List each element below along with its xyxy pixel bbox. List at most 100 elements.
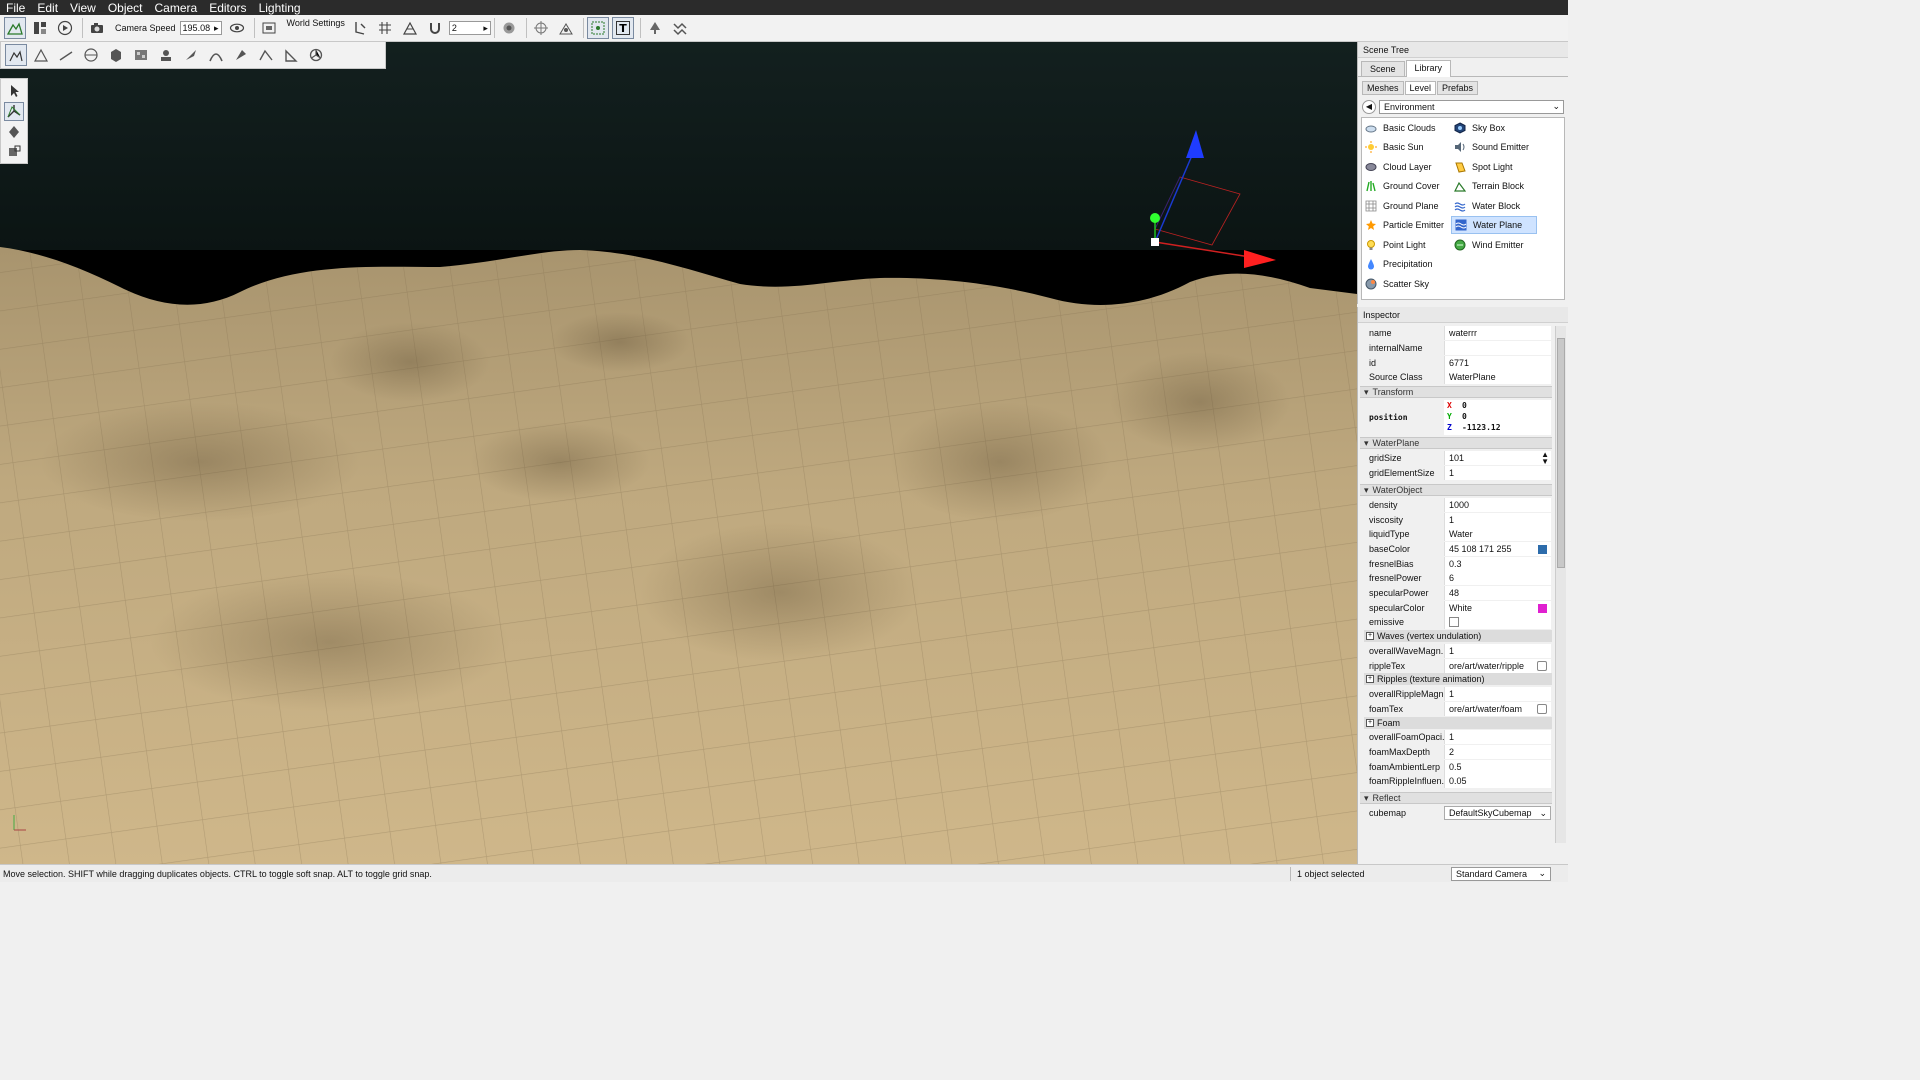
fresnel-power-input[interactable]: 6 xyxy=(1444,571,1551,585)
category-dropdown[interactable]: Environment ⌄ xyxy=(1379,99,1564,114)
group-waterplane[interactable]: ▾ WaterPlane xyxy=(1360,437,1552,449)
position-y-input[interactable]: 0 xyxy=(1462,412,1467,421)
library-item-cloud-layer[interactable]: Cloud Layer xyxy=(1362,158,1448,176)
library-item-ground-cover[interactable]: Ground Cover xyxy=(1362,177,1448,195)
ripple-tex-input[interactable]: ore/art/water/ripple xyxy=(1444,659,1551,673)
subtab-level[interactable]: Level xyxy=(1404,81,1437,95)
foam-opacity-input[interactable]: 1 xyxy=(1444,730,1551,744)
tab-library[interactable]: Library xyxy=(1405,60,1452,77)
camera-mode-dropdown[interactable]: Standard Camera ⌄ xyxy=(1451,866,1551,881)
name-input[interactable]: waterrr xyxy=(1444,326,1551,340)
group-ripples[interactable]: + Ripples (texture animation) xyxy=(1364,673,1552,685)
viscosity-input[interactable]: 1 xyxy=(1444,513,1551,527)
library-item-sound-emitter[interactable]: Sound Emitter xyxy=(1451,138,1537,156)
menu-view[interactable]: View xyxy=(64,1,102,15)
cubemap-dropdown[interactable]: DefaultSkyCubemap ⌄ xyxy=(1444,806,1551,820)
emissive-checkbox[interactable] xyxy=(1449,617,1459,627)
position-x-input[interactable]: 0 xyxy=(1462,401,1467,410)
position-z-input[interactable]: -1123.12 xyxy=(1462,423,1501,432)
clear-terrain-icon[interactable] xyxy=(255,44,277,66)
adjust-height-icon[interactable] xyxy=(205,44,227,66)
restore-terrain-icon[interactable] xyxy=(280,44,302,66)
group-transform[interactable]: ▾ Transform xyxy=(1360,386,1552,398)
snap-size-input[interactable]: 2 ▸ xyxy=(448,21,491,35)
library-item-water-plane[interactable]: Water Plane xyxy=(1451,216,1537,234)
grid-snap-icon[interactable] xyxy=(374,17,396,39)
spinner-icon[interactable]: ▲ ▼ xyxy=(1541,451,1549,465)
tab-scene[interactable]: Scene xyxy=(1361,61,1405,76)
menu-edit[interactable]: Edit xyxy=(31,1,64,15)
library-item-basic-sun[interactable]: Basic Sun xyxy=(1362,138,1448,156)
smooth-icon[interactable] xyxy=(80,44,102,66)
foam-ambient-lerp-input[interactable]: 0.5 xyxy=(1444,760,1551,774)
specular-color-input[interactable]: White xyxy=(1444,601,1551,615)
menu-object[interactable]: Object xyxy=(102,1,149,15)
terrain-brush-icon[interactable] xyxy=(5,44,27,66)
base-color-swatch[interactable] xyxy=(1538,545,1547,554)
group-foam[interactable]: + Foam xyxy=(1364,717,1552,729)
library-item-water-block[interactable]: Water Block xyxy=(1451,197,1537,215)
terrain-settings-icon[interactable] xyxy=(305,44,327,66)
river-editor-icon[interactable] xyxy=(669,17,691,39)
menu-camera[interactable]: Camera xyxy=(149,1,204,15)
terrain-editor-icon[interactable] xyxy=(4,17,26,39)
lighting-icon[interactable] xyxy=(498,17,520,39)
library-item-terrain-block[interactable]: Terrain Block xyxy=(1451,177,1537,195)
play-icon[interactable] xyxy=(54,17,76,39)
move-tool-icon[interactable] xyxy=(4,101,24,121)
expand-plus-icon[interactable]: + xyxy=(1366,632,1374,640)
flatten-icon[interactable] xyxy=(105,44,127,66)
select-bounds-icon[interactable] xyxy=(586,17,609,39)
fresnel-bias-input[interactable]: 0.3 xyxy=(1444,557,1551,571)
center-object-icon[interactable] xyxy=(530,17,552,39)
inspector-scrollbar[interactable] xyxy=(1555,326,1566,843)
camera-icon[interactable] xyxy=(86,17,108,39)
noise-icon[interactable] xyxy=(155,44,177,66)
ripple-magnitude-input[interactable]: 1 xyxy=(1444,687,1551,701)
density-input[interactable]: 1000 xyxy=(1444,498,1551,512)
position-y-row[interactable]: Y0 xyxy=(1444,411,1551,422)
liquid-type-input[interactable]: Water xyxy=(1444,527,1551,541)
expand-plus-icon[interactable]: + xyxy=(1366,675,1374,683)
wave-magnitude-input[interactable]: 1 xyxy=(1444,644,1551,658)
library-item-scatter-sky[interactable]: Scatter Sky xyxy=(1362,275,1448,293)
drop-at-camera-icon[interactable] xyxy=(555,17,577,39)
expand-plus-icon[interactable]: + xyxy=(1366,719,1374,727)
foam-max-depth-input[interactable]: 2 xyxy=(1444,745,1551,759)
object-editor-icon[interactable] xyxy=(29,17,51,39)
library-item-point-light[interactable]: Point Light xyxy=(1362,236,1448,254)
menu-editors[interactable]: Editors xyxy=(203,1,252,15)
magnet-icon[interactable] xyxy=(424,17,446,39)
subtab-meshes[interactable]: Meshes xyxy=(1362,81,1404,95)
foam-ripple-influence-input[interactable]: 0.05 xyxy=(1444,774,1551,788)
screenshot-icon[interactable] xyxy=(258,17,280,39)
group-reflect[interactable]: ▾ Reflect xyxy=(1360,792,1552,804)
visibility-eye-icon[interactable] xyxy=(226,17,248,39)
library-item-precipitation[interactable]: Precipitation xyxy=(1362,255,1448,273)
back-arrow-icon[interactable]: ◀ xyxy=(1362,99,1376,114)
scale-tool-icon[interactable] xyxy=(4,143,24,163)
erode-icon[interactable] xyxy=(180,44,202,66)
grid-element-size-input[interactable]: 1 xyxy=(1444,466,1551,480)
rotate-tool-icon[interactable] xyxy=(4,122,24,142)
world-settings-label[interactable]: World Settings xyxy=(287,18,345,28)
group-waves[interactable]: + Waves (vertex undulation) xyxy=(1364,630,1552,642)
paint-material-icon[interactable] xyxy=(130,44,152,66)
camera-speed-input[interactable]: 195.08 ▸ xyxy=(179,21,222,35)
snap-to-ground-icon[interactable] xyxy=(349,17,371,39)
specular-power-input[interactable]: 48 xyxy=(1444,586,1551,600)
browse-file-icon[interactable] xyxy=(1537,704,1547,714)
library-item-basic-clouds[interactable]: Basic Clouds xyxy=(1362,119,1448,137)
viewport-3d[interactable] xyxy=(0,42,1357,864)
position-x-row[interactable]: X0 xyxy=(1444,400,1551,411)
scrollbar-thumb[interactable] xyxy=(1557,338,1565,568)
menu-file[interactable]: File xyxy=(0,1,31,15)
terrain-snap-icon[interactable] xyxy=(399,17,421,39)
base-color-input[interactable]: 45 108 171 255 xyxy=(1444,542,1551,556)
internal-name-input[interactable] xyxy=(1444,341,1551,355)
terrain-scene[interactable] xyxy=(0,42,1357,864)
menu-lighting[interactable]: Lighting xyxy=(253,1,307,15)
group-waterobject[interactable]: ▾ WaterObject xyxy=(1360,484,1552,496)
set-height-icon[interactable] xyxy=(230,44,252,66)
subtab-prefabs[interactable]: Prefabs xyxy=(1437,81,1479,95)
